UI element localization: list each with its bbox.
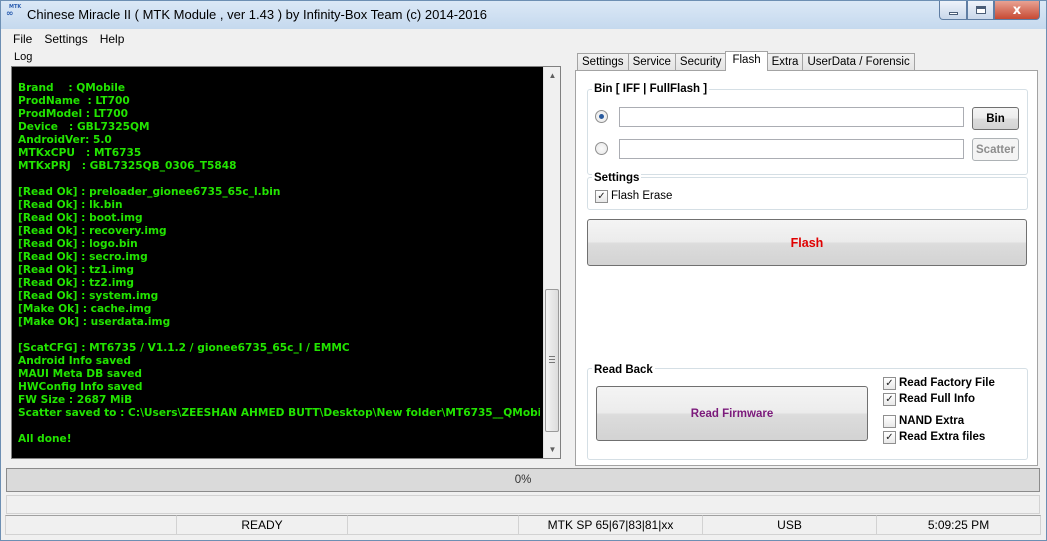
- read-factory-file-label: Read Factory File: [899, 377, 995, 389]
- title-bar[interactable]: MTK ∞ Chinese Miracle II ( MTK Module , v…: [1, 1, 1046, 29]
- read-firmware-button[interactable]: Read Firmware: [596, 386, 868, 441]
- minimize-button[interactable]: [939, 1, 967, 20]
- log-line: [Read Ok] : logo.bin: [18, 238, 138, 250]
- log-line: ProdName : LT700: [18, 95, 130, 107]
- tab-service[interactable]: Service: [627, 53, 676, 71]
- log-line: HWConfig Info saved: [18, 381, 143, 393]
- read-full-info-label: Read Full Info: [899, 393, 976, 405]
- flash-tab-panel: Bin [ IFF | FullFlash ] Bin Scatter Sett…: [575, 70, 1038, 466]
- tab-flash[interactable]: Flash: [725, 51, 768, 71]
- settings-group-title: Settings: [592, 171, 642, 185]
- nand-extra-checkbox[interactable]: [883, 415, 896, 428]
- log-line: [Read Ok] : tz2.img: [18, 277, 134, 289]
- status-time: 5:09:25 PM: [876, 515, 1041, 535]
- app-window: MTK ∞ Chinese Miracle II ( MTK Module , v…: [0, 0, 1047, 541]
- log-line: [Read Ok] : secro.img: [18, 251, 148, 263]
- log-panel[interactable]: Brand : QMobile ProdName : LT700 ProdModel…: [11, 66, 561, 459]
- log-line: FW Size : 2687 MiB: [18, 394, 133, 406]
- scroll-down-icon[interactable]: ▼: [544, 441, 561, 458]
- log-line: [Read Ok] : lk.bin: [18, 199, 123, 211]
- read-extra-files-checkbox[interactable]: ✓: [883, 431, 896, 444]
- log-line: Device : GBL7325QM: [18, 121, 150, 133]
- settings-group: Settings ✓ Flash Erase: [587, 171, 1028, 210]
- menu-bar: File Settings Help: [1, 29, 1046, 49]
- read-back-title: Read Back: [592, 363, 655, 377]
- log-line: ProdModel : LT700: [18, 108, 129, 120]
- log-scrollbar[interactable]: ▲ ▼: [543, 67, 560, 458]
- status-cell-blank: [347, 515, 519, 535]
- progress-bar: 0%: [6, 468, 1040, 492]
- maximize-button[interactable]: [967, 1, 994, 20]
- log-line: MTKxPRJ : GBL7325QB_0306_T5848: [18, 160, 237, 172]
- bin-group-title: Bin [ IFF | FullFlash ]: [592, 82, 710, 96]
- flash-button[interactable]: Flash: [587, 219, 1027, 266]
- flash-erase-checkbox[interactable]: ✓: [595, 190, 608, 203]
- log-label: Log: [14, 51, 33, 63]
- scatter-button[interactable]: Scatter: [972, 138, 1019, 161]
- scatter-path-input[interactable]: [619, 139, 964, 159]
- log-line: Android Info saved: [18, 355, 131, 367]
- log-line: [Read Ok] : tz1.img: [18, 264, 134, 276]
- menu-help[interactable]: Help: [94, 29, 131, 49]
- log-line: [Make Ok] : userdata.img: [18, 316, 171, 328]
- log-line: [Read Ok] : recovery.img: [18, 225, 167, 237]
- window-title: Chinese Miracle II ( MTK Module , ver 1.…: [27, 7, 488, 22]
- log-line: [Make Ok] : cache.img: [18, 303, 152, 315]
- icon-caption: MTK: [9, 4, 22, 10]
- read-back-group: Read Back Read Firmware ✓ Read Factory F…: [587, 363, 1028, 460]
- status-connection: USB: [702, 515, 877, 535]
- tab-strip: Settings Service Security Flash Extra Us…: [577, 51, 915, 71]
- flash-erase-label: Flash Erase: [611, 190, 673, 202]
- status-cell-empty: [5, 515, 177, 535]
- log-line: Scatter saved to : C:\Users\ZEESHAN AHME…: [18, 407, 540, 419]
- maximize-icon: [975, 6, 986, 14]
- bin-radio[interactable]: [595, 110, 608, 123]
- tab-settings[interactable]: Settings: [577, 53, 629, 71]
- menu-settings[interactable]: Settings: [38, 29, 93, 49]
- scroll-up-icon[interactable]: ▲: [544, 67, 561, 84]
- scroll-thumb[interactable]: [545, 289, 559, 432]
- tab-security[interactable]: Security: [674, 53, 727, 71]
- status-state: READY: [176, 515, 348, 535]
- log-line: All done!: [18, 433, 72, 445]
- progress-text: 0%: [514, 474, 532, 486]
- bin-group: Bin [ IFF | FullFlash ] Bin Scatter: [587, 82, 1028, 175]
- bin-button[interactable]: Bin: [972, 107, 1019, 130]
- menu-file[interactable]: File: [7, 29, 38, 49]
- log-text[interactable]: Brand : QMobile ProdName : LT700 ProdModel…: [18, 82, 540, 446]
- read-factory-file-checkbox[interactable]: ✓: [883, 377, 896, 390]
- nand-extra-label: NAND Extra: [899, 415, 965, 427]
- status-sp: MTK SP 65|67|83|81|xx: [518, 515, 703, 535]
- bin-path-input[interactable]: [619, 107, 964, 127]
- grip-icon: [549, 356, 555, 363]
- scatter-radio[interactable]: [595, 142, 608, 155]
- read-extra-files-label: Read Extra files: [899, 431, 986, 443]
- close-button[interactable]: x: [994, 1, 1040, 20]
- log-line: Brand : QMobile: [18, 82, 126, 94]
- log-line: [Read Ok] : system.img: [18, 290, 159, 302]
- status-bar: READY MTK SP 65|67|83|81|xx USB 5:09:25 …: [1, 515, 1046, 540]
- log-line: [Read Ok] : boot.img: [18, 212, 143, 224]
- log-line: [ScatCFG] : MT6735 / V1.1.2 / gionee6735…: [18, 342, 350, 354]
- close-icon: x: [1012, 2, 1022, 18]
- tab-userdata-forensic[interactable]: UserData / Forensic: [802, 53, 915, 71]
- secondary-progress-bar: [6, 495, 1040, 514]
- read-full-info-checkbox[interactable]: ✓: [883, 393, 896, 406]
- log-line: AndroidVer: 5.0: [18, 134, 112, 146]
- log-line: MTKxCPU : MT6735: [18, 147, 142, 159]
- infinity-logo-icon: MTK ∞: [6, 4, 23, 21]
- minimize-icon: [948, 11, 958, 15]
- log-line: MAUI Meta DB saved: [18, 368, 142, 380]
- tab-extra[interactable]: Extra: [766, 53, 804, 71]
- log-line: [Read Ok] : preloader_gionee6735_65c_l.b…: [18, 186, 281, 198]
